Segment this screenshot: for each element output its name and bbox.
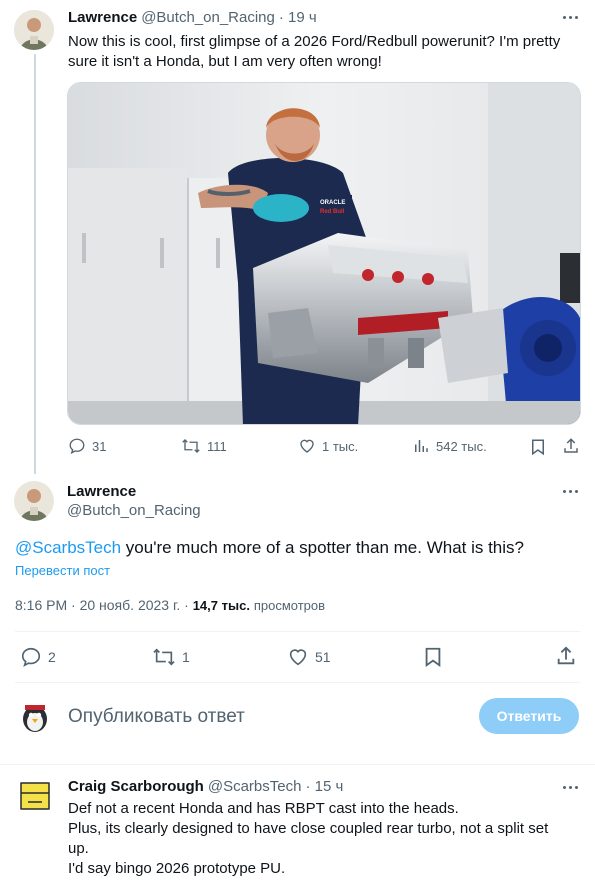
- like-count: 1 тыс.: [322, 438, 359, 454]
- engine-photo-image: ORACLE Red Bull: [68, 83, 580, 424]
- views-label: просмотров: [253, 598, 326, 613]
- analytics-icon: [415, 440, 428, 452]
- author-name[interactable]: Lawrence: [68, 9, 137, 26]
- more-options-icon[interactable]: [563, 786, 578, 789]
- thread-line: [34, 54, 36, 474]
- like-count: 51: [315, 649, 331, 665]
- author-handle[interactable]: @Butch_on_Racing: [67, 502, 201, 519]
- shirt-logo-text: Red Bull: [320, 209, 345, 215]
- translate-link[interactable]: Перевести пост: [15, 563, 110, 578]
- timestamp[interactable]: 8:16 PM · 20 нояб. 2023 г. ·: [15, 597, 189, 613]
- reply-icon: [21, 647, 41, 667]
- reply-header: Craig Scarborough @ScarbsTech · 15 ч: [68, 778, 343, 795]
- avatar-lawrence[interactable]: [14, 481, 54, 521]
- like-button[interactable]: 51: [287, 646, 331, 668]
- retweet-icon: [182, 439, 200, 453]
- tweet-photo[interactable]: ORACLE Red Bull: [67, 82, 581, 425]
- divider: [15, 682, 580, 683]
- reply-text-line: Plus, its clearly designed to have close…: [68, 820, 549, 837]
- tweet-text: you're much more of a spotter than me. W…: [121, 538, 524, 557]
- reply-submit-button[interactable]: Ответить: [479, 698, 579, 734]
- retweet-count: 111: [207, 438, 227, 454]
- reply-button[interactable]: 2: [20, 646, 56, 668]
- tweet-timestamp-row: 8:16 PM · 20 нояб. 2023 г. · 14,7 тыс. п…: [15, 597, 325, 613]
- reply-icon: [69, 438, 85, 455]
- divider: [0, 764, 595, 765]
- retweet-button[interactable]: 111: [181, 437, 227, 455]
- author-handle[interactable]: @Butch_on_Racing: [141, 9, 275, 26]
- heart-icon: [289, 649, 307, 666]
- divider: [15, 631, 580, 632]
- author-handle[interactable]: @ScarbsTech: [208, 778, 302, 795]
- reply-input[interactable]: Опубликовать ответ: [68, 706, 245, 728]
- tweet-text-line: Now this is cool, first glimpse of a 202…: [68, 33, 561, 50]
- bookmark-icon[interactable]: [423, 646, 443, 668]
- reply-count: 31: [92, 438, 107, 454]
- retweet-button[interactable]: 1: [152, 646, 190, 668]
- reply-text-line: up.: [68, 840, 89, 857]
- bookmark-icon[interactable]: [530, 438, 546, 456]
- avatar-craig[interactable]: [15, 776, 55, 816]
- reply-text-line: I'd say bingo 2026 prototype PU.: [68, 860, 286, 877]
- reply-button[interactable]: 31: [68, 437, 106, 455]
- tweet-time[interactable]: · 19 ч: [279, 9, 317, 26]
- more-options-icon[interactable]: [563, 16, 578, 19]
- tweet2-text: @ScarbsTech you're much more of a spotte…: [15, 537, 524, 559]
- tweet-time[interactable]: · 15 ч: [305, 778, 343, 795]
- tweet1-text: Now this is cool, first glimpse of a 202…: [68, 32, 588, 72]
- views-button[interactable]: 542 тыс.: [412, 437, 487, 455]
- share-icon[interactable]: [555, 645, 577, 667]
- retweet-icon: [153, 648, 175, 666]
- reply-text: Def not a recent Honda and has RBPT cast…: [68, 799, 588, 879]
- views-count: 542 тыс.: [436, 438, 487, 454]
- avatar-current-user[interactable]: [17, 699, 53, 735]
- avatar-lawrence[interactable]: [14, 10, 54, 50]
- more-options-icon[interactable]: [563, 490, 578, 493]
- heart-icon: [300, 439, 314, 453]
- retweet-count: 1: [182, 649, 190, 665]
- reply-text-line: Def not a recent Honda and has RBPT cast…: [68, 800, 459, 817]
- views-count: 14,7 тыс.: [192, 598, 250, 613]
- tweet1-header: Lawrence @Butch_on_Racing · 19 ч: [68, 9, 317, 26]
- shirt-logo-text: ORACLE: [320, 200, 345, 206]
- author-name[interactable]: Craig Scarborough: [68, 778, 204, 795]
- reply-count: 2: [48, 649, 56, 665]
- mention-link[interactable]: @ScarbsTech: [15, 538, 121, 557]
- tweet-text-line: sure it isn't a Honda, but I am very oft…: [68, 53, 382, 70]
- share-icon[interactable]: [562, 437, 580, 455]
- author-name[interactable]: Lawrence: [67, 483, 136, 500]
- like-button[interactable]: 1 тыс.: [298, 437, 358, 455]
